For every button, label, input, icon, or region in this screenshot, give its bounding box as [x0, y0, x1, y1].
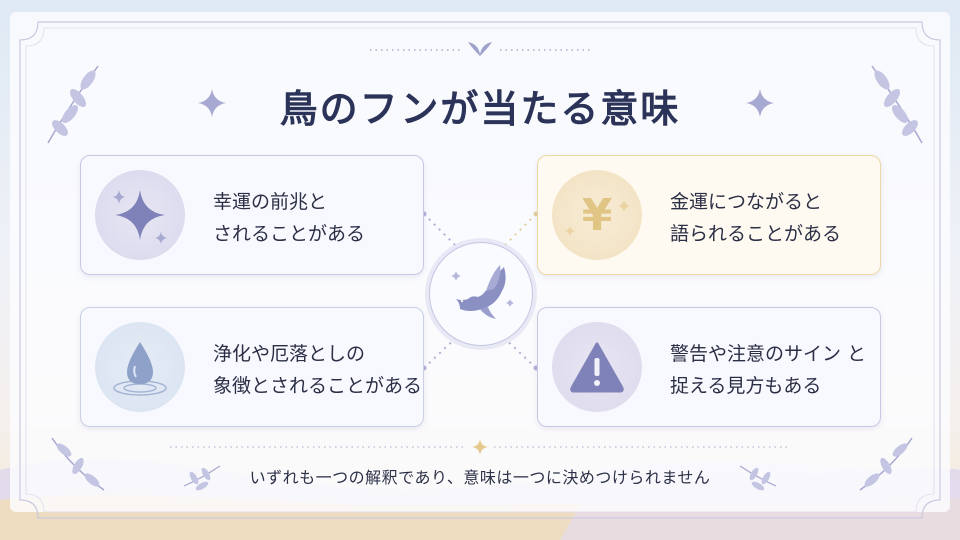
slide: 鳥のフンが当たる意味 幸運の前兆と されることがある ¥ 金運につながると 語ら… [0, 0, 960, 540]
card-line: されることがある [213, 223, 366, 245]
dove-icon [451, 265, 514, 319]
svg-text:¥: ¥ [582, 190, 613, 241]
center-emblem [429, 242, 533, 346]
meaning-card-purification: 浄化や厄落としの 象徴とされることがある [80, 307, 424, 427]
card-line: 幸運の前兆と [213, 191, 328, 213]
card-line: 捉える見方もある [670, 375, 822, 397]
card-line: 浄化や厄落としの [213, 343, 366, 365]
meaning-card-warning: 警告や注意のサイン と 捉える見方もある [537, 307, 881, 427]
icon-circle [552, 322, 642, 412]
bottom-divider [170, 439, 790, 455]
footer-note: いずれも一つの解釈であり、意味は一つに決めつけられません [249, 468, 711, 487]
card-text: 幸運の前兆と されることがある [213, 186, 365, 250]
warning-icon [570, 342, 624, 393]
card-text: 金運につながると 語られることがある [670, 186, 841, 250]
card-line: 語られることがある [670, 223, 842, 245]
icon-circle [95, 170, 185, 260]
card-line: 金運につながると [670, 191, 823, 213]
card-line: 警告や注意のサイン と [670, 343, 867, 365]
card-text: 浄化や厄落としの 象徴とされることがある [213, 338, 422, 402]
icon-circle: ¥ [552, 170, 642, 260]
card-line: 象徴とされることがある [213, 375, 423, 397]
card-text: 警告や注意のサイン と 捉える見方もある [670, 338, 866, 402]
meaning-card-money-luck: ¥ 金運につながると 語られることがある [537, 155, 881, 275]
yen-icon: ¥ [565, 190, 630, 241]
meaning-card-good-luck: 幸運の前兆と されることがある [80, 155, 424, 275]
sparkle-icon [113, 190, 167, 244]
icon-circle [95, 322, 185, 412]
water-drop-icon [113, 342, 167, 396]
